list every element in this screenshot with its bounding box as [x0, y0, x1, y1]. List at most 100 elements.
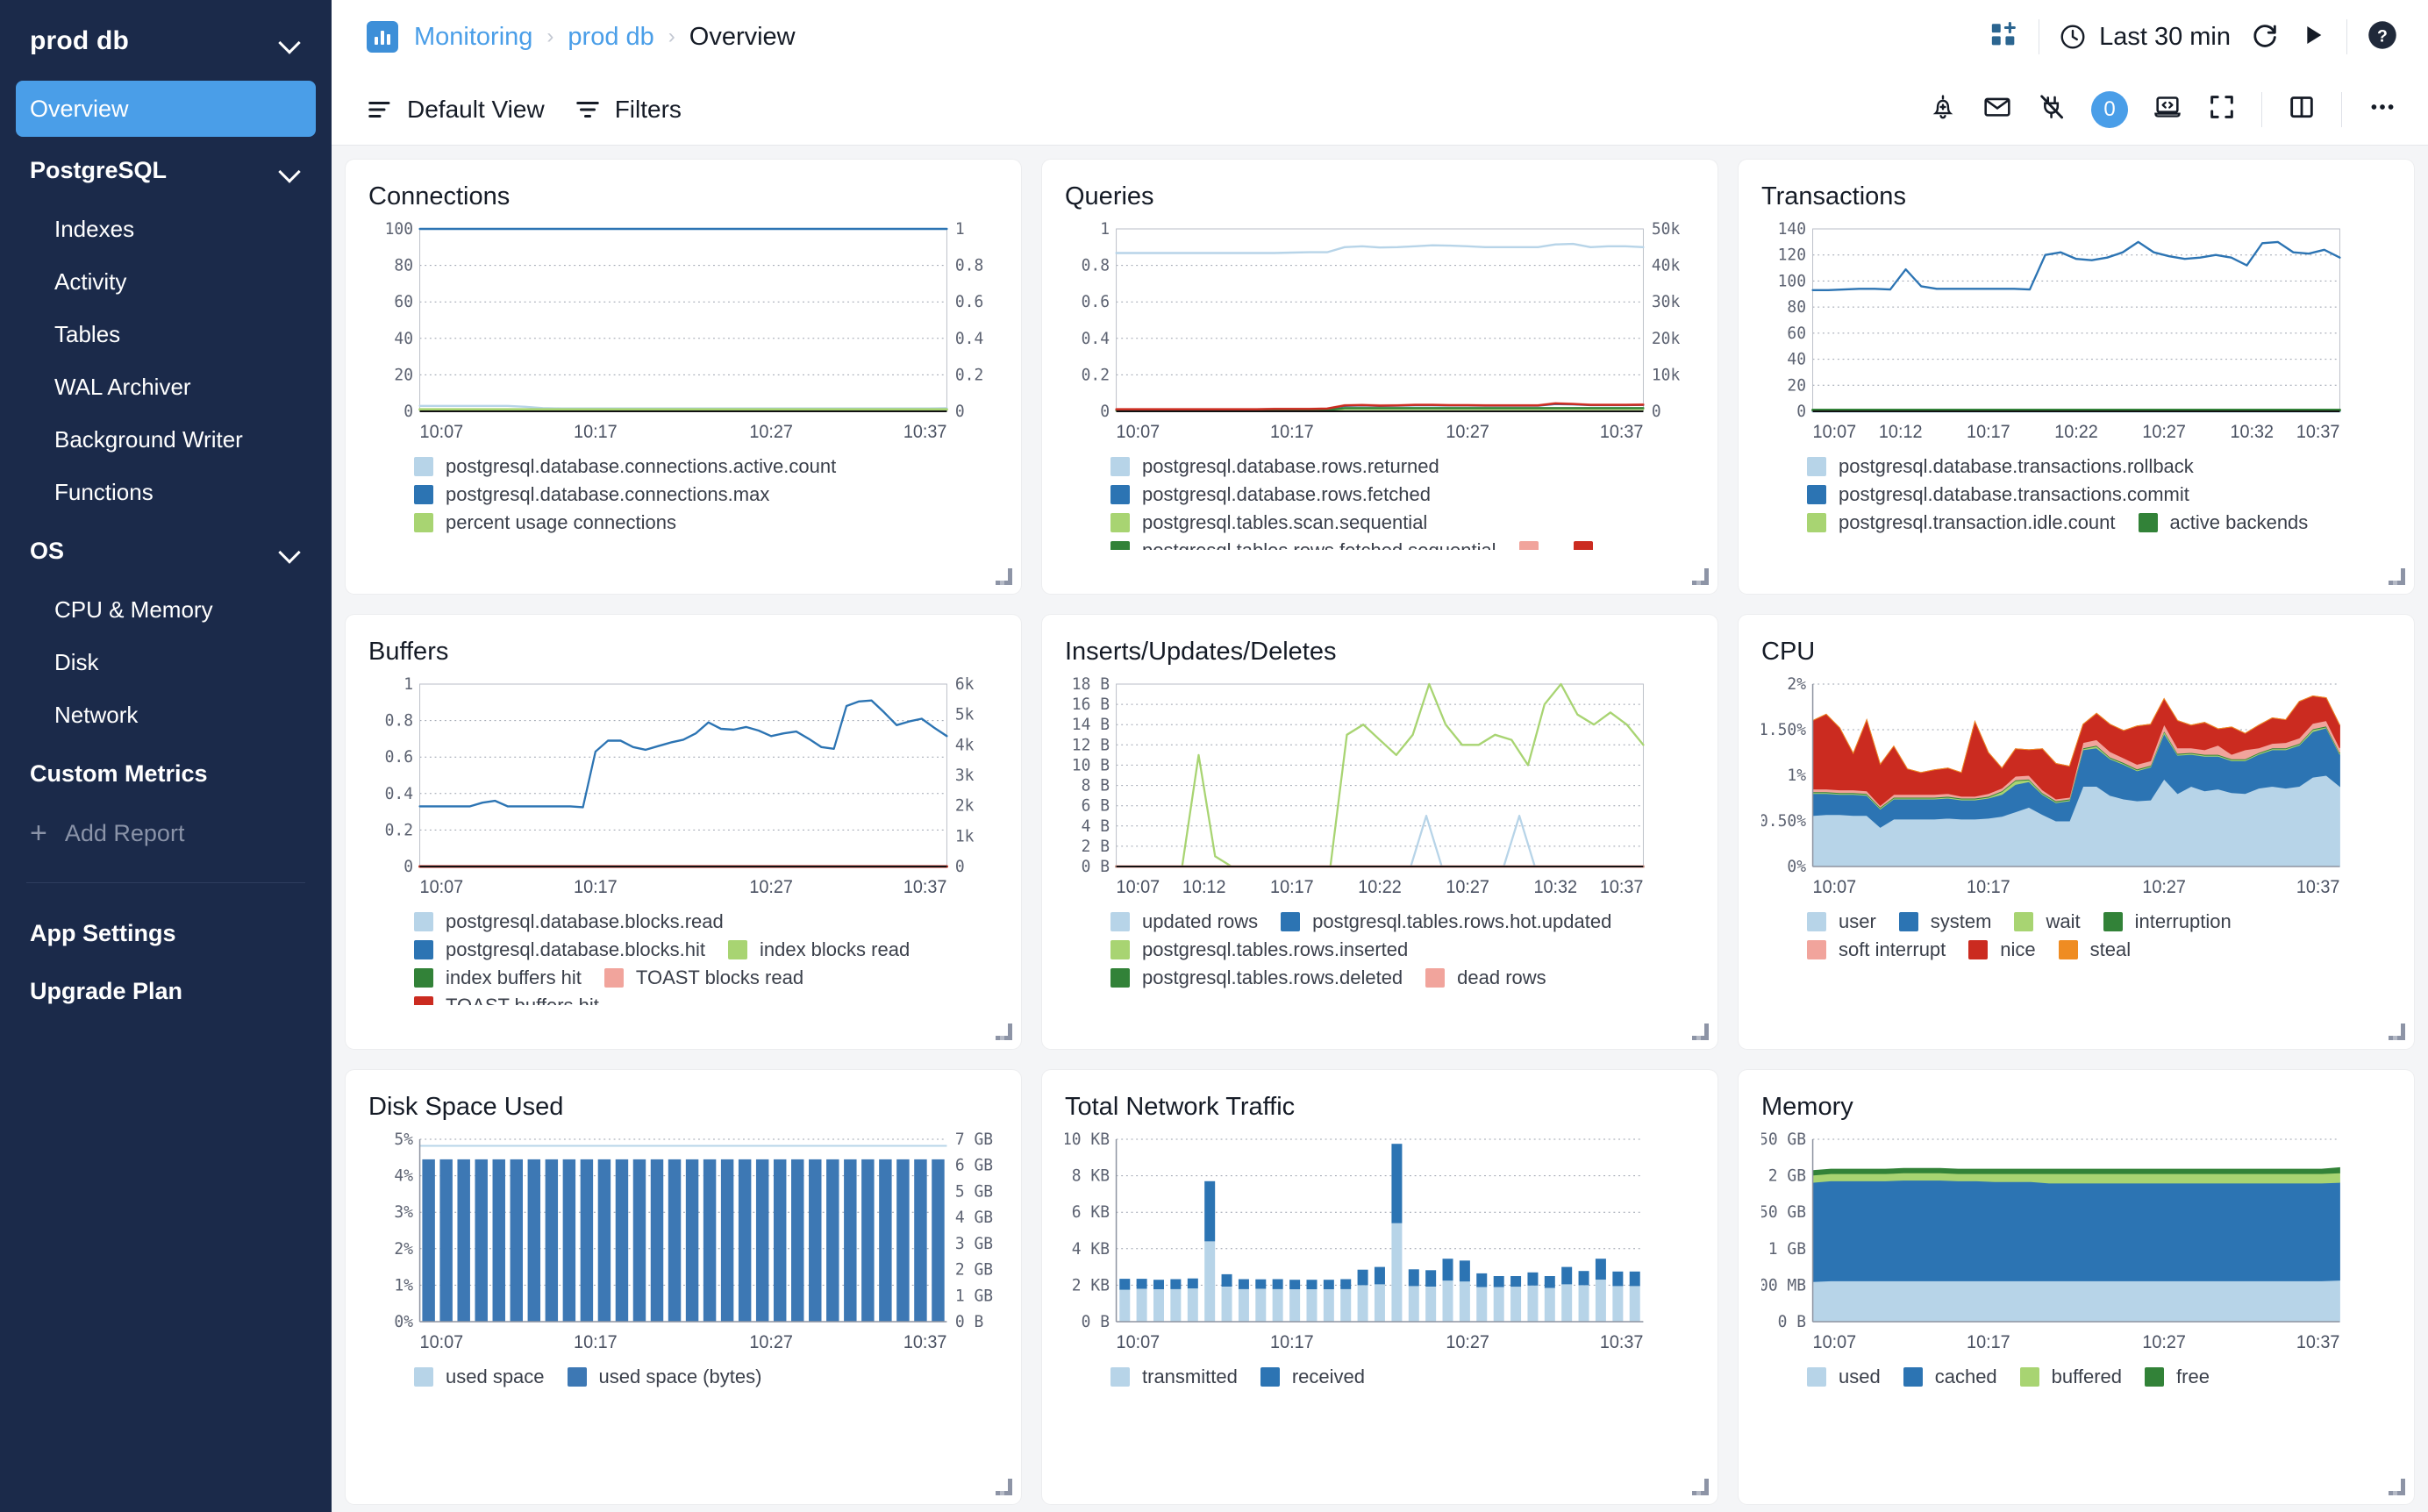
alert-count-badge[interactable]: 0 [2091, 90, 2128, 128]
sidebar-item-cpu-memory[interactable]: CPU & Memory [16, 584, 316, 635]
refresh-icon[interactable] [2250, 20, 2280, 54]
split-layout-icon[interactable] [2287, 92, 2317, 126]
legend-item[interactable]: percent usage connections [414, 511, 676, 534]
chart-plot-queries[interactable]: 0 0.2 0.4 0.6 0.8 1 0 10k 20k 30k 40k 50k 10:07 10:17… [1065, 218, 1695, 446]
legend-item[interactable]: TOAST buffers hit [414, 995, 599, 1005]
svg-text:10:22: 10:22 [2054, 423, 2098, 443]
legend-item[interactable]: postgresql.tables.rows.deleted [1110, 966, 1403, 989]
legend-item[interactable]: soft interrupt [1807, 938, 1946, 961]
panel-resize-handle[interactable] [1692, 1479, 1709, 1495]
svg-text:10:17: 10:17 [574, 423, 618, 443]
panel-resize-handle[interactable] [2389, 568, 2405, 585]
legend-item[interactable]: dead rows [1425, 966, 1546, 989]
legend-item[interactable]: used space (bytes) [567, 1366, 761, 1388]
svg-text:10:12: 10:12 [1879, 423, 1923, 443]
legend-item[interactable]: postgresql.database.connections.max [414, 483, 769, 506]
panel-resize-handle[interactable] [996, 568, 1012, 585]
legend-item[interactable]: cached [1903, 1366, 1997, 1388]
legend-item[interactable]: wait [2014, 910, 2081, 933]
legend-item[interactable]: system [1898, 910, 1991, 933]
sidebar-item-functions[interactable]: Functions [16, 467, 316, 517]
legend-item[interactable]: updated rows [1110, 910, 1258, 933]
legend-item[interactable]: interruption [2103, 910, 2232, 933]
sidebar-item-custom-metrics[interactable]: Custom Metrics [16, 745, 316, 802]
sidebar-item-app-settings[interactable]: App Settings [16, 906, 316, 960]
legend-item[interactable]: postgresql.tables.scan.sequential [1110, 511, 1427, 534]
mail-icon[interactable] [1982, 92, 2012, 126]
legend-item[interactable]: postgresql.tables.rows.inserted [1110, 938, 1408, 961]
legend-item[interactable]: postgresql.tables.rows.fetched.sequentia… [1110, 539, 1496, 550]
sidebar-item-tables[interactable]: Tables [16, 309, 316, 360]
legend-item[interactable]: received [1260, 1366, 1365, 1388]
chart-plot-connections[interactable]: 0 20 40 60 80 100 0 0.2 0.4 0.6 0.8 1 10:07 10:17 10:2… [368, 218, 998, 446]
legend-item[interactable]: postgresql.transaction.idle.count [1807, 511, 2116, 534]
chart-plot-iud[interactable]: 0 B 2 B4 B6 B8 B 10 B 12 B 14 B 16 B 18 B 10:07… [1065, 674, 1695, 902]
panel-resize-handle[interactable] [2389, 1479, 2405, 1495]
chart-plot-buffers[interactable]: 0 0.2 0.4 0.6 0.8 1 0 1k 2k 3k 4k 5k 6k 10:07 10:17 10:… [368, 674, 998, 902]
legend-item[interactable]: steal [2058, 938, 2131, 961]
legend-item[interactable]: transmitted [1110, 1366, 1238, 1388]
disconnect-plug-icon[interactable] [2037, 92, 2067, 126]
legend-item[interactable]: index blocks read [727, 938, 910, 961]
legend-item[interactable]: used space [414, 1366, 545, 1388]
play-icon[interactable] [2299, 21, 2327, 53]
legend-item[interactable]: user [1807, 910, 1876, 933]
chart-legend: updated rows postgresql.tables.rows.hot.u… [1065, 910, 1695, 989]
legend-item[interactable]: free [2145, 1366, 2210, 1388]
breadcrumb-prod-db[interactable]: prod db [568, 23, 653, 52]
chart-plot-memory[interactable]: 0 B 500 MB 1 GB 1.50 GB 2 GB 2.50 GB 10:07 10:1… [1761, 1129, 2391, 1357]
add-report-button[interactable]: + Add Report [16, 807, 316, 859]
more-options-icon[interactable] [2367, 91, 2398, 127]
legend-item[interactable]: postgresql.database.transactions.commit [1807, 483, 2189, 506]
sidebar-item-overview[interactable]: Overview [16, 81, 316, 137]
code-laptop-icon[interactable] [2153, 92, 2182, 126]
legend-item[interactable] [1573, 539, 1605, 550]
legend-item[interactable]: postgresql.database.transactions.rollbac… [1807, 455, 2194, 478]
view-selector-button[interactable]: Default View [367, 96, 545, 124]
legend-item[interactable]: postgresql.database.rows.fetched [1110, 483, 1431, 506]
legend-item[interactable]: postgresql.database.blocks.read [414, 910, 724, 933]
time-range-selector[interactable]: Last 30 min [2059, 23, 2231, 52]
legend-item[interactable]: postgresql.tables.rows.hot.updated [1281, 910, 1611, 933]
sidebar-item-os[interactable]: OS [16, 523, 316, 579]
sidebar-item-indexes[interactable]: Indexes [16, 203, 316, 254]
panel-resize-handle[interactable] [1692, 568, 1709, 585]
sidebar-item-disk[interactable]: Disk [16, 637, 316, 688]
chart-plot-cpu[interactable]: 0% 0.50% 1% 1.50% 2% 10:07 10:17 10:27 10:37 [1761, 674, 2391, 902]
chart-plot-network[interactable]: 0 B 2 KB 4 KB 6 KB 8 KB 10 KB 10:07 10:17 10:27 1… [1065, 1129, 1695, 1357]
legend-item[interactable]: postgresql.database.blocks.hit [414, 938, 705, 961]
sidebar-item-postgresql[interactable]: PostgreSQL [16, 142, 316, 198]
panel-resize-handle[interactable] [2389, 1023, 2405, 1040]
svg-text:10:37: 10:37 [2296, 1333, 2340, 1353]
add-widget-icon[interactable] [1989, 20, 2019, 54]
sidebar-item-background-writer[interactable]: Background Writer [16, 414, 316, 465]
legend-item[interactable]: TOAST blocks read [603, 966, 803, 989]
legend-item[interactable]: index buffers hit [414, 966, 582, 989]
legend-item[interactable]: postgresql.database.connections.active.c… [414, 455, 836, 478]
legend-item[interactable]: nice [1968, 938, 2036, 961]
svg-text:10:17: 10:17 [1270, 423, 1314, 443]
legend-item[interactable]: used [1807, 1366, 1881, 1388]
panel-resize-handle[interactable] [996, 1023, 1012, 1040]
sidebar-item-activity[interactable]: Activity [16, 256, 316, 307]
filters-button[interactable]: Filters [575, 96, 682, 124]
svg-text:10:17: 10:17 [1967, 1333, 2010, 1353]
svg-text:0.6: 0.6 [385, 748, 413, 767]
chart-plot-transactions[interactable]: 0 20 40 60 80 100 120 140 10:07 10:12 10:17 10:22 10… [1761, 218, 2391, 446]
sidebar-item-network[interactable]: Network [16, 689, 316, 740]
chart-plot-disk[interactable]: 0% 1% 2% 3% 4% 5% 0 B 1 GB 2 GB 3 GB 4 GB 5 GB 6 GB 7… [368, 1129, 998, 1357]
legend-item[interactable]: buffered [2019, 1366, 2122, 1388]
sidebar-item-upgrade-plan[interactable]: Upgrade Plan [16, 964, 316, 1018]
sidebar-database-selector[interactable]: prod db [0, 7, 332, 75]
sidebar-item-wal-archiver[interactable]: WAL Archiver [16, 361, 316, 412]
svg-text:0.4: 0.4 [1082, 329, 1110, 348]
panel-resize-handle[interactable] [996, 1479, 1012, 1495]
help-icon[interactable]: ? [2367, 19, 2398, 55]
legend-item[interactable]: active backends [2138, 511, 2308, 534]
panel-resize-handle[interactable] [1692, 1023, 1709, 1040]
legend-item[interactable] [1518, 539, 1551, 550]
legend-item[interactable]: postgresql.database.rows.returned [1110, 455, 1439, 478]
add-alert-icon[interactable] [1928, 92, 1958, 126]
breadcrumb-monitoring[interactable]: Monitoring [414, 23, 532, 52]
fullscreen-icon[interactable] [2207, 92, 2237, 126]
